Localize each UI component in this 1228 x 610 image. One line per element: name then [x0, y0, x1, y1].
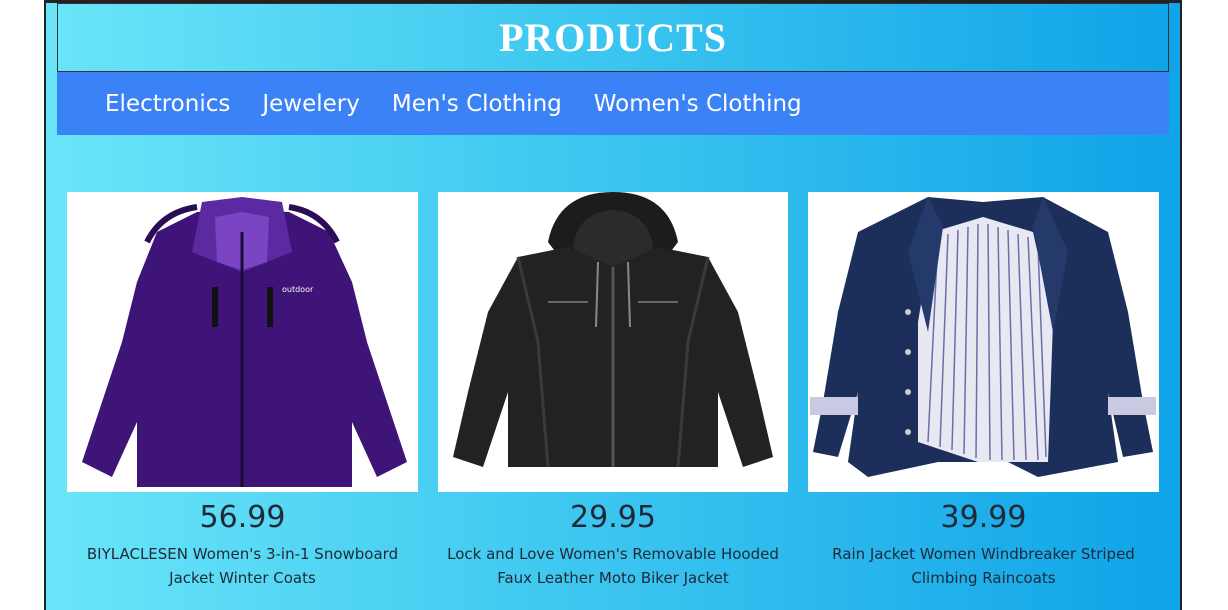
- category-nav: Electronics Jewelery Men's Clothing Wome…: [57, 72, 1169, 135]
- product-card[interactable]: 39.99 Rain Jacket Women Windbreaker Stri…: [808, 192, 1159, 590]
- product-title[interactable]: Lock and Love Women's Removable Hooded F…: [438, 542, 788, 590]
- product-price: 39.99: [940, 500, 1027, 535]
- product-title[interactable]: BIYLACLESEN Women's 3-in-1 Snowboard Jac…: [67, 542, 418, 590]
- page-header: PRODUCTS: [57, 3, 1169, 72]
- product-title[interactable]: Rain Jacket Women Windbreaker Striped Cl…: [808, 542, 1159, 590]
- brand-logo-text: outdoor: [282, 285, 314, 294]
- nav-item-jewelery[interactable]: Jewelery: [262, 91, 360, 117]
- nav-item-womens-clothing[interactable]: Women's Clothing: [594, 91, 802, 117]
- product-image-navy-rain-jacket[interactable]: [808, 192, 1159, 492]
- product-image-black-leather-jacket[interactable]: [438, 192, 788, 492]
- nav-item-mens-clothing[interactable]: Men's Clothing: [392, 91, 562, 117]
- page-title: PRODUCTS: [498, 15, 728, 60]
- product-price: 56.99: [199, 500, 286, 535]
- nav-item-electronics[interactable]: Electronics: [105, 91, 230, 117]
- product-card[interactable]: 29.95 Lock and Love Women's Removable Ho…: [438, 192, 788, 590]
- product-image-purple-jacket[interactable]: outdoor: [67, 192, 418, 492]
- product-card[interactable]: outdoor 56.99 BIYLACLESEN Women's 3-in-1…: [67, 192, 418, 590]
- product-price: 29.95: [570, 500, 656, 535]
